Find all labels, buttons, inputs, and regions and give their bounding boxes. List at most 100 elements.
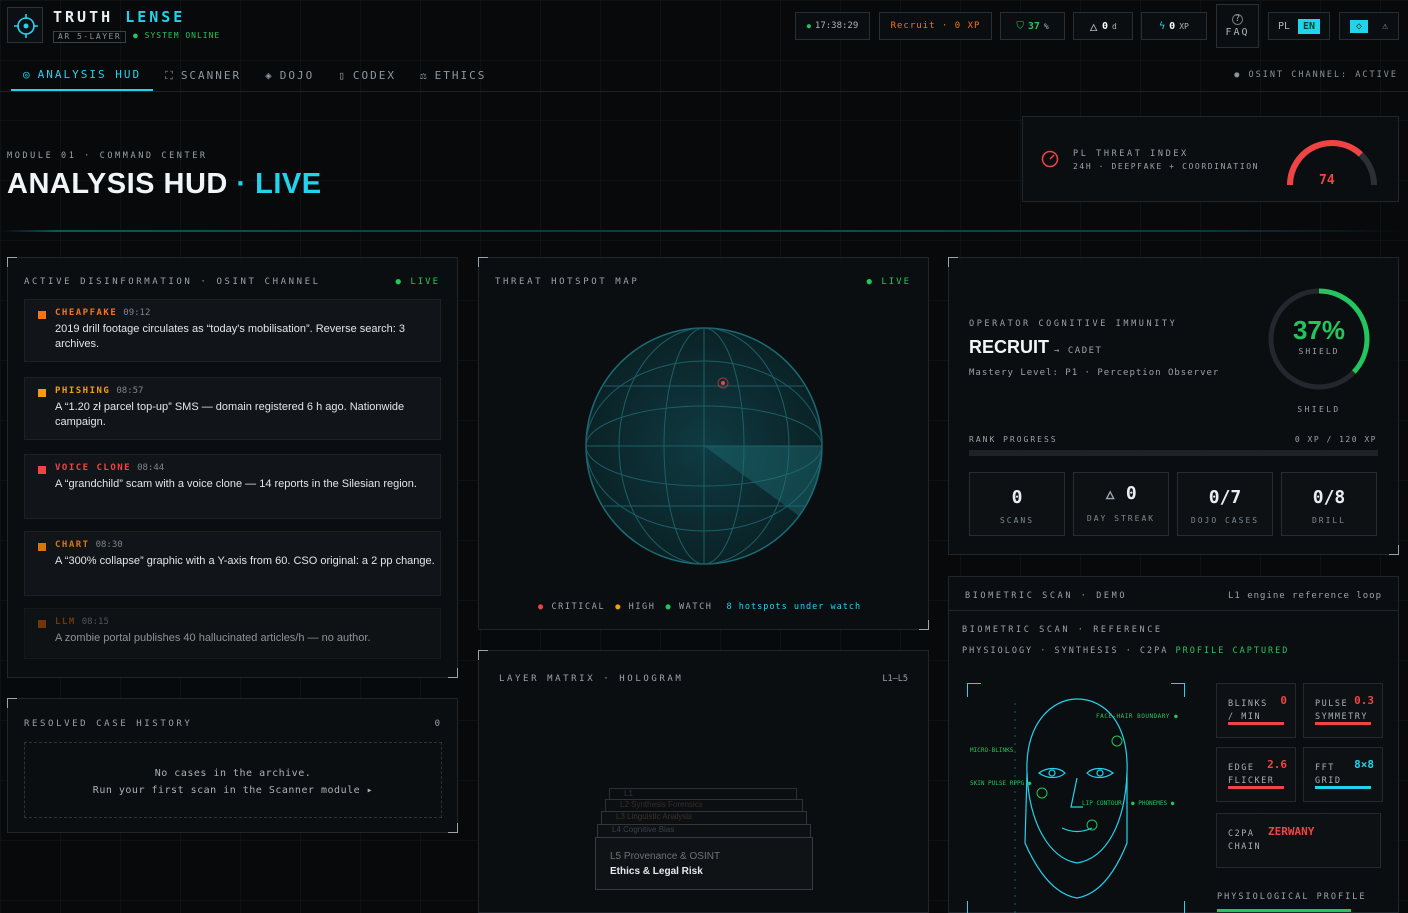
face-label: LIP CONTOUR bbox=[1082, 800, 1122, 807]
operator-title: OPERATOR COGNITIVE IMMUNITY bbox=[969, 319, 1178, 329]
metric-card: BLINKS / MIN 0 bbox=[1216, 683, 1296, 738]
feed-tag: CHART 08:30 bbox=[55, 540, 123, 550]
lang-pl[interactable]: PL bbox=[1278, 21, 1290, 32]
feed-tag: VOICE CLONE 08:44 bbox=[55, 463, 165, 473]
severity-marker bbox=[38, 620, 46, 628]
face-label: MICRO-BLINKS bbox=[970, 747, 1014, 754]
feed-item[interactable]: PHISHING 08:57 A “1.20 zł parcel top-up” … bbox=[24, 377, 441, 440]
feed-tag: CHEAPFAKE 09:12 bbox=[55, 308, 151, 318]
matrix-title: LAYER MATRIX · HOLOGRAM bbox=[499, 674, 684, 684]
tab-ethics[interactable]: ⚖ ETHICS bbox=[408, 60, 498, 91]
xp-chip[interactable]: ϟ 0 XP bbox=[1141, 12, 1207, 40]
metric-c2pa: C2PA CHAIN ZERWANY bbox=[1216, 813, 1381, 868]
feed-text: A zombie portal publishes 40 hallucinate… bbox=[55, 632, 371, 644]
bolt-icon: ϟ bbox=[1159, 20, 1166, 32]
feed-tag: LLM 08:15 bbox=[55, 617, 109, 627]
go-scanner-link[interactable]: Run your first scan in the Scanner modul… bbox=[25, 782, 441, 799]
metric-card: PULSE SYMMETRY 0.3 bbox=[1303, 683, 1383, 738]
tab-analysis-hud[interactable]: ◎ ANALYSIS HUD bbox=[11, 60, 154, 91]
map-title: THREAT HOTSPOT MAP bbox=[495, 277, 640, 287]
mastery-level: Mastery Level: P1 · Perception Observer bbox=[969, 368, 1220, 378]
tab-dojo[interactable]: ◈ DOJO bbox=[253, 60, 326, 91]
scales-icon: ⚖ bbox=[420, 69, 429, 82]
rank-progress-value: 0 XP / 120 XP bbox=[1294, 435, 1377, 444]
severity-marker bbox=[38, 389, 46, 397]
flame-icon: 🜂 bbox=[1105, 489, 1115, 502]
rank-progress-bar bbox=[969, 450, 1378, 456]
clock: ● 17:38:29 bbox=[795, 12, 870, 40]
threat-title: PL THREAT INDEX bbox=[1073, 149, 1189, 159]
warning-icon: ⚠ bbox=[1382, 20, 1389, 32]
book-icon: ▯ bbox=[338, 69, 347, 82]
shield-chip[interactable]: ⛉ 37% bbox=[1000, 12, 1065, 40]
feed-live-badge: ● LIVE bbox=[395, 277, 440, 287]
history-panel: RESOLVED CASE HISTORY 0 No cases in the … bbox=[7, 698, 458, 833]
globe-icon bbox=[585, 327, 823, 565]
shield-caption: SHIELD bbox=[1297, 405, 1341, 414]
view-toggle[interactable]: ◇ ⚠ bbox=[1339, 12, 1399, 40]
face-label: FACE-HAIR BOUNDARY ● bbox=[1096, 713, 1179, 720]
shield-ring-label: SHIELD bbox=[1298, 347, 1340, 356]
feed-tag: PHISHING 08:57 bbox=[55, 386, 144, 396]
bio-ref: BIOMETRIC SCAN · REFERENCE bbox=[962, 625, 1163, 635]
severity-marker bbox=[38, 543, 46, 551]
biometric-panel: BIOMETRIC SCAN · DEMO L1 engine referenc… bbox=[948, 576, 1399, 913]
target-icon bbox=[14, 14, 38, 38]
bio-loop: L1 engine reference loop bbox=[1227, 591, 1382, 601]
lang-en[interactable]: EN bbox=[1298, 18, 1321, 34]
gauge-icon bbox=[1041, 150, 1059, 168]
app-title: TRUTH LENSE bbox=[53, 8, 186, 26]
stat-scans: 0 SCANS bbox=[969, 472, 1065, 536]
osint-status: ● OSINT CHANNEL: ACTIVE bbox=[1234, 70, 1398, 80]
feed-text: A “300% collapse” graphic with a Y-axis … bbox=[55, 555, 435, 567]
feed-text: 2019 drill footage circulates as “today'… bbox=[55, 323, 405, 350]
rank-progress-label: RANK PROGRESS bbox=[969, 435, 1058, 444]
map-live-badge: ● LIVE bbox=[866, 277, 911, 287]
flame-icon: 🜂 bbox=[1089, 22, 1098, 34]
tab-codex[interactable]: ▯ CODEX bbox=[326, 60, 408, 91]
feed-title: ACTIVE DISINFORMATION · OSINT CHANNEL bbox=[24, 277, 321, 287]
app-badge: AR 5-LAYER bbox=[53, 31, 127, 43]
face-label: SKIN PULSE RPPG ● bbox=[970, 780, 1032, 787]
shield-percent: 37% bbox=[1292, 315, 1346, 345]
threat-value: 74 bbox=[1319, 173, 1335, 188]
metric-card: FFT GRID 8×8 bbox=[1303, 747, 1383, 802]
feed-item[interactable]: CHART 08:30 A “300% collapse” graphic wit… bbox=[24, 531, 441, 596]
system-status: ● SYSTEM ONLINE bbox=[133, 31, 221, 40]
metric-card: EDGE FLICKER 2.6 bbox=[1216, 747, 1296, 802]
language-switch[interactable]: PL EN bbox=[1268, 12, 1330, 40]
bio-sub: PHYSIOLOGY · SYNTHESIS · C2PA PROFILE CA… bbox=[962, 646, 1290, 656]
matrix-range: L1–L5 bbox=[882, 674, 908, 684]
logo bbox=[7, 7, 43, 43]
feed-text: A “grandchild” scam with a voice clone —… bbox=[55, 478, 417, 490]
stat-dojo: 0/7 DOJO CASES bbox=[1177, 472, 1273, 536]
shield-icon: ⛉ bbox=[1016, 20, 1024, 32]
layer-matrix-panel: LAYER MATRIX · HOLOGRAM L1–L5 L1 L2 Synt… bbox=[478, 650, 929, 913]
bio-title: BIOMETRIC SCAN · DEMO bbox=[965, 591, 1128, 601]
ar-mode-icon: ◇ bbox=[1349, 19, 1368, 33]
target-icon: ◎ bbox=[23, 68, 32, 81]
rank-chip[interactable]: Recruit · 0 XP bbox=[879, 12, 992, 40]
face-label: ● PHONEMES ● bbox=[1131, 800, 1175, 807]
scan-icon: ⛶ bbox=[165, 68, 175, 82]
layer-card-front[interactable]: L5 Provenance & OSINT Ethics & Legal Ris… bbox=[595, 837, 813, 890]
stat-streak: 🜂 0 DAY STREAK bbox=[1073, 472, 1169, 536]
threat-sub: 24H · DEEPFAKE + COORDINATION bbox=[1073, 162, 1260, 171]
history-count: 0 bbox=[434, 719, 440, 729]
page-title: ANALYSIS HUD · LIVE bbox=[7, 168, 322, 200]
feed-item[interactable]: CHEAPFAKE 09:12 2019 drill footage circul… bbox=[24, 299, 441, 362]
history-empty: No cases in the archive. Run your first s… bbox=[24, 742, 442, 818]
severity-marker bbox=[38, 311, 46, 319]
feed-item[interactable]: LLM 08:15 A zombie portal publishes 40 ha… bbox=[24, 608, 441, 659]
severity-marker bbox=[38, 466, 46, 474]
faq-button[interactable]: ? FAQ bbox=[1216, 4, 1259, 48]
layer-card[interactable]: L3 Linguistic Analysis bbox=[601, 811, 807, 825]
threat-index-panel: PL THREAT INDEX 24H · DEEPFAKE + COORDIN… bbox=[1022, 116, 1399, 202]
tab-scanner[interactable]: ⛶ SCANNER bbox=[153, 60, 253, 91]
stat-drill: 0/8 DRILL bbox=[1281, 472, 1377, 536]
streak-chip[interactable]: 🜂 0 d bbox=[1073, 12, 1133, 40]
layers-icon: ◈ bbox=[265, 69, 274, 82]
feed-item[interactable]: VOICE CLONE 08:44 A “grandchild” scam wit… bbox=[24, 454, 441, 519]
map-legend: ● CRITICAL ● HIGH ● WATCH 8 hotspots und… bbox=[538, 602, 862, 612]
operator-rank: RECRUIT → CADET bbox=[969, 337, 1103, 357]
